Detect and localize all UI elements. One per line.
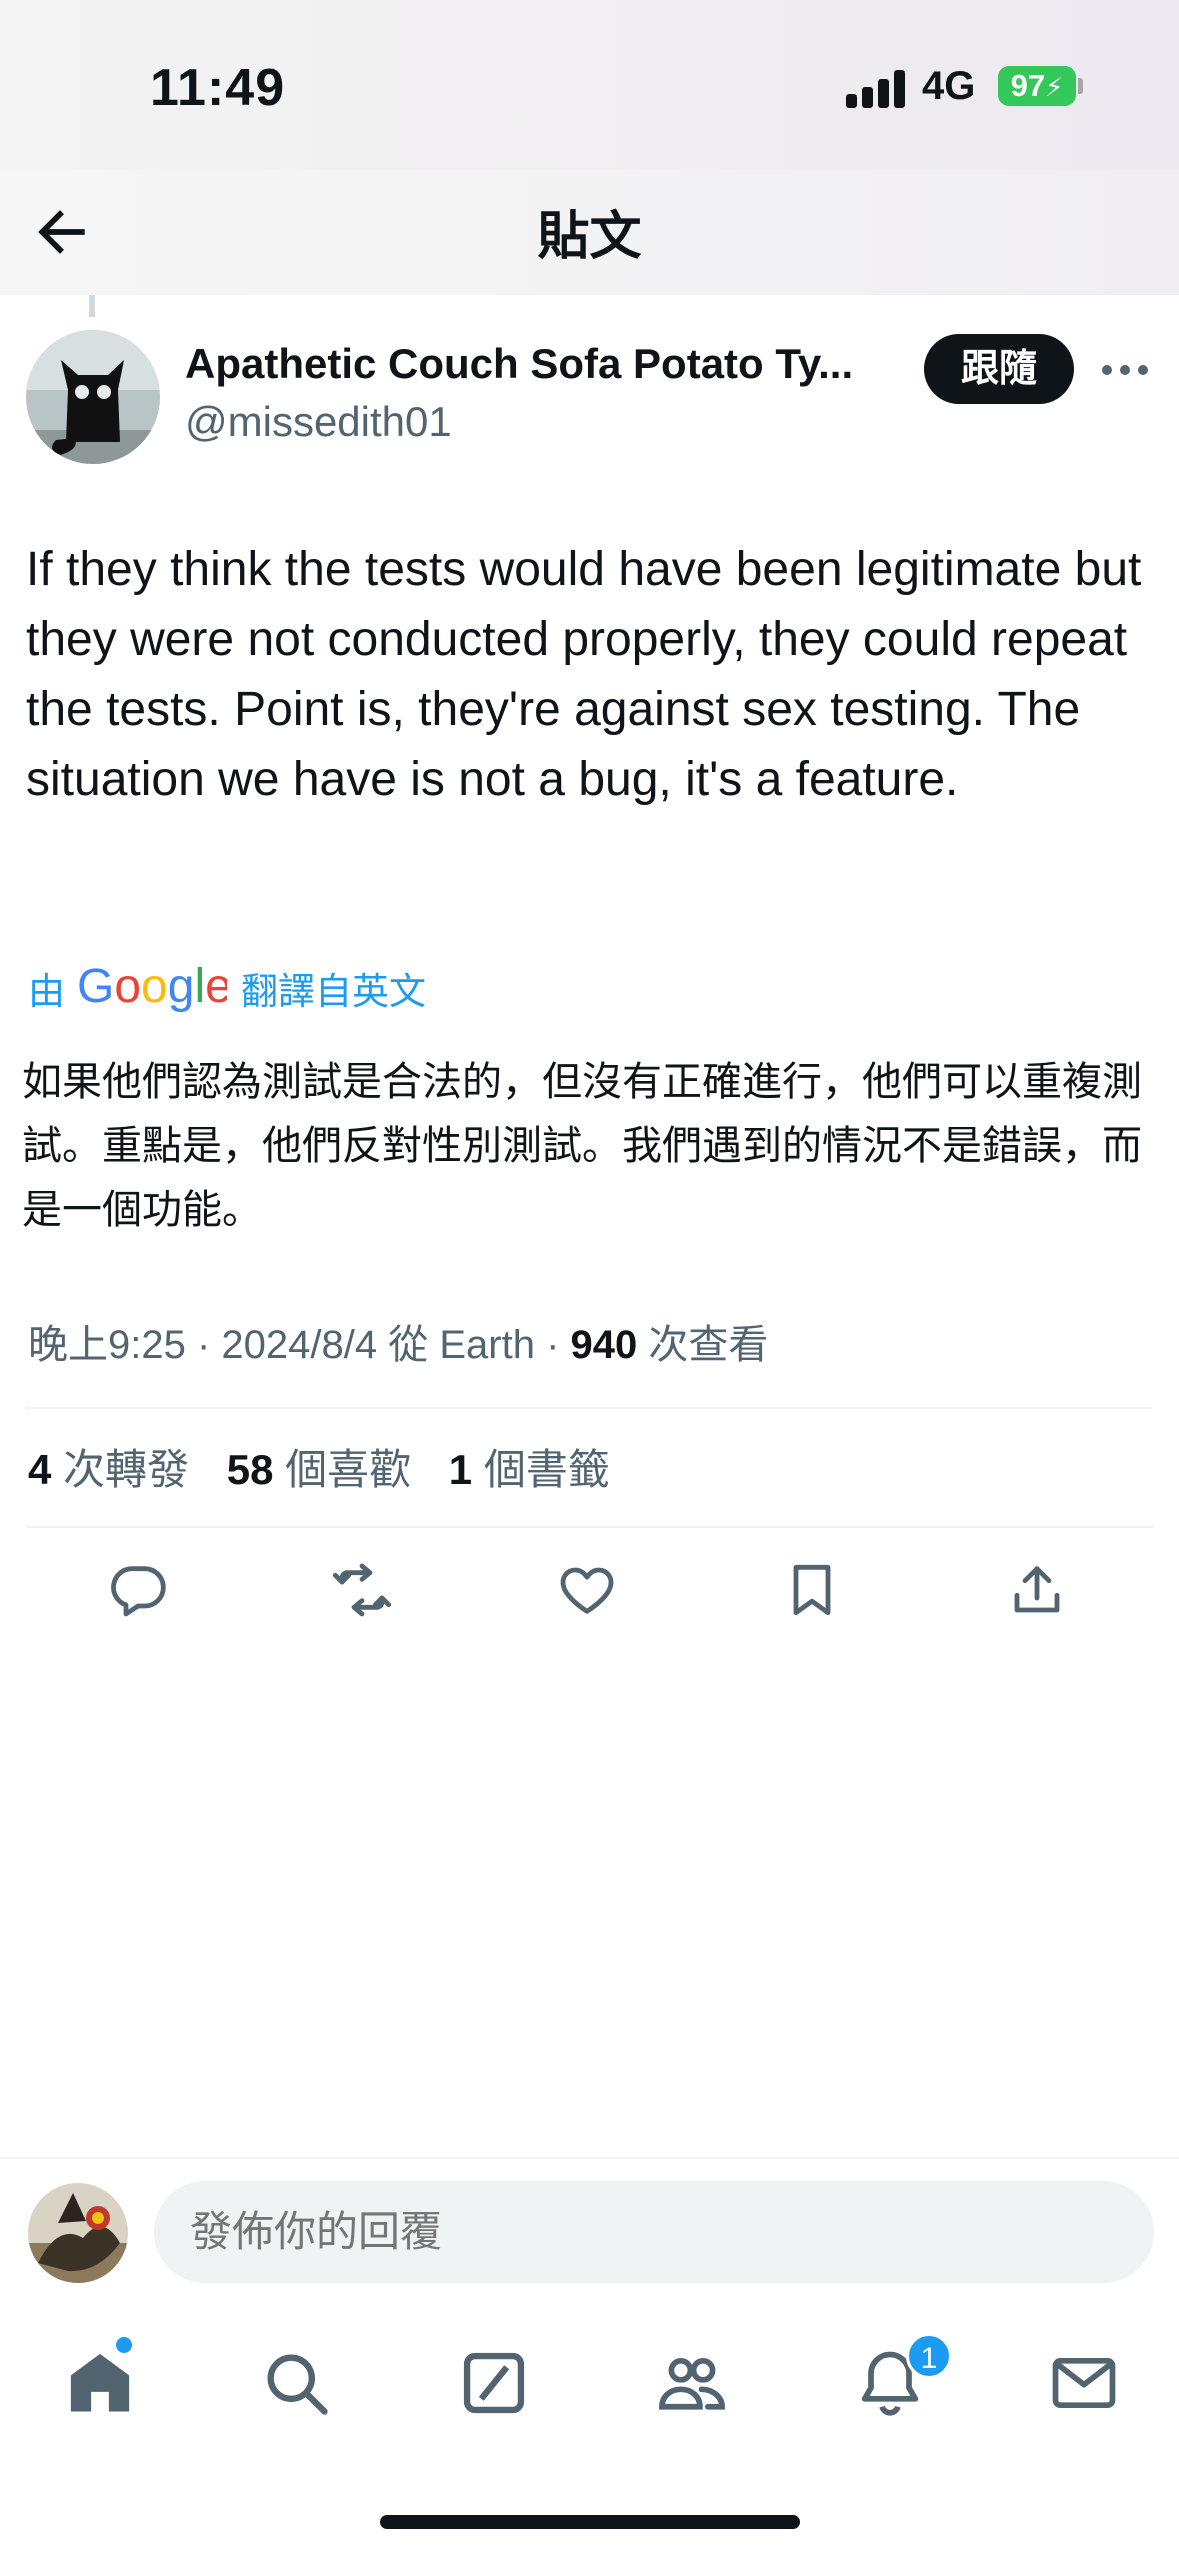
reply-input[interactable] [154, 2181, 1154, 2283]
battery-level: 97 [1010, 68, 1046, 103]
battery-tip [1078, 78, 1083, 94]
cat-avatar-image [26, 330, 160, 464]
engagement-stats: 4 次轉發 58 個喜歡 1 個書籤 [28, 1436, 610, 1497]
tweet-time: 晚上9:25 [28, 1323, 186, 1367]
bookmarks-label: 個書籤 [483, 1446, 610, 1493]
page-title: 貼文 [537, 208, 642, 266]
back-button[interactable] [28, 198, 96, 266]
tweet-meta: 晚上9:25 · 2024/8/4 從 Earth · 940 次查看 [28, 1323, 769, 1367]
tweet-text: If they think the tests would have been … [26, 543, 1142, 806]
avatar[interactable] [26, 330, 160, 464]
network-type: 4G [922, 64, 976, 108]
author-handle[interactable]: @missedith01 [185, 398, 452, 446]
retweets-stat[interactable]: 4 次轉發 [28, 1446, 189, 1493]
likes-count: 58 [226, 1446, 274, 1493]
status-time: 11:49 [150, 59, 286, 117]
translated-text: 如果他們認為測試是合法的，但沒有正確進行，他們可以重複測試。重點是，他們反對性別… [22, 1060, 1142, 1232]
signal-icon [846, 70, 906, 108]
views-count: 940 [570, 1323, 638, 1367]
communities-icon[interactable] [654, 2345, 730, 2421]
retweets-label: 次轉發 [63, 1446, 190, 1493]
divider [0, 2157, 1179, 2159]
home-unread-dot [116, 2337, 132, 2353]
thread-line [89, 295, 95, 317]
retweet-icon[interactable] [330, 1558, 394, 1622]
bookmarks-count: 1 [448, 1446, 473, 1493]
translation-suffix: 翻譯自英文 [241, 971, 426, 1012]
my-avatar[interactable] [28, 2183, 128, 2283]
tweet-date: 2024/8/4 [221, 1323, 378, 1367]
google-logo: Google [77, 958, 232, 1019]
like-icon[interactable] [555, 1558, 619, 1622]
home-indicator[interactable] [380, 2515, 800, 2529]
bookmark-icon[interactable] [780, 1558, 844, 1622]
retweets-count: 4 [28, 1446, 52, 1493]
follow-button[interactable]: 跟隨 [924, 334, 1074, 404]
author-display-name[interactable]: Apathetic Couch Sofa Potato Ty... [185, 340, 905, 388]
more-dots-icon[interactable] [1100, 355, 1150, 385]
home-icon[interactable] [62, 2345, 138, 2421]
likes-label: 個喜歡 [285, 1446, 412, 1493]
search-icon[interactable] [258, 2345, 334, 2421]
grok-icon[interactable] [456, 2345, 532, 2421]
messages-icon[interactable] [1046, 2345, 1122, 2421]
reply-icon[interactable] [106, 1558, 170, 1622]
top-nav: 貼文 [0, 170, 1179, 295]
translation-prefix: 由 [28, 971, 65, 1012]
divider [26, 1526, 1153, 1528]
tweet-source: 從 Earth [388, 1323, 535, 1367]
views-label: 次查看 [648, 1323, 769, 1367]
translation-attribution[interactable]: 由 Google 翻譯自英文 [28, 958, 426, 1018]
bookmarks-stat[interactable]: 1 個書籤 [449, 1446, 610, 1493]
notification-badge: 1 [906, 2333, 952, 2379]
battery-icon: 97⚡ [998, 66, 1076, 106]
arrow-left-icon [38, 210, 85, 254]
status-bar: 11:49 4G 97⚡ [0, 0, 1179, 170]
share-icon[interactable] [1005, 1558, 1069, 1622]
divider [26, 1407, 1153, 1409]
svg-text:Google: Google [77, 960, 227, 1013]
likes-stat[interactable]: 58 個喜歡 [227, 1446, 411, 1493]
my-avatar-image [28, 2183, 128, 2283]
